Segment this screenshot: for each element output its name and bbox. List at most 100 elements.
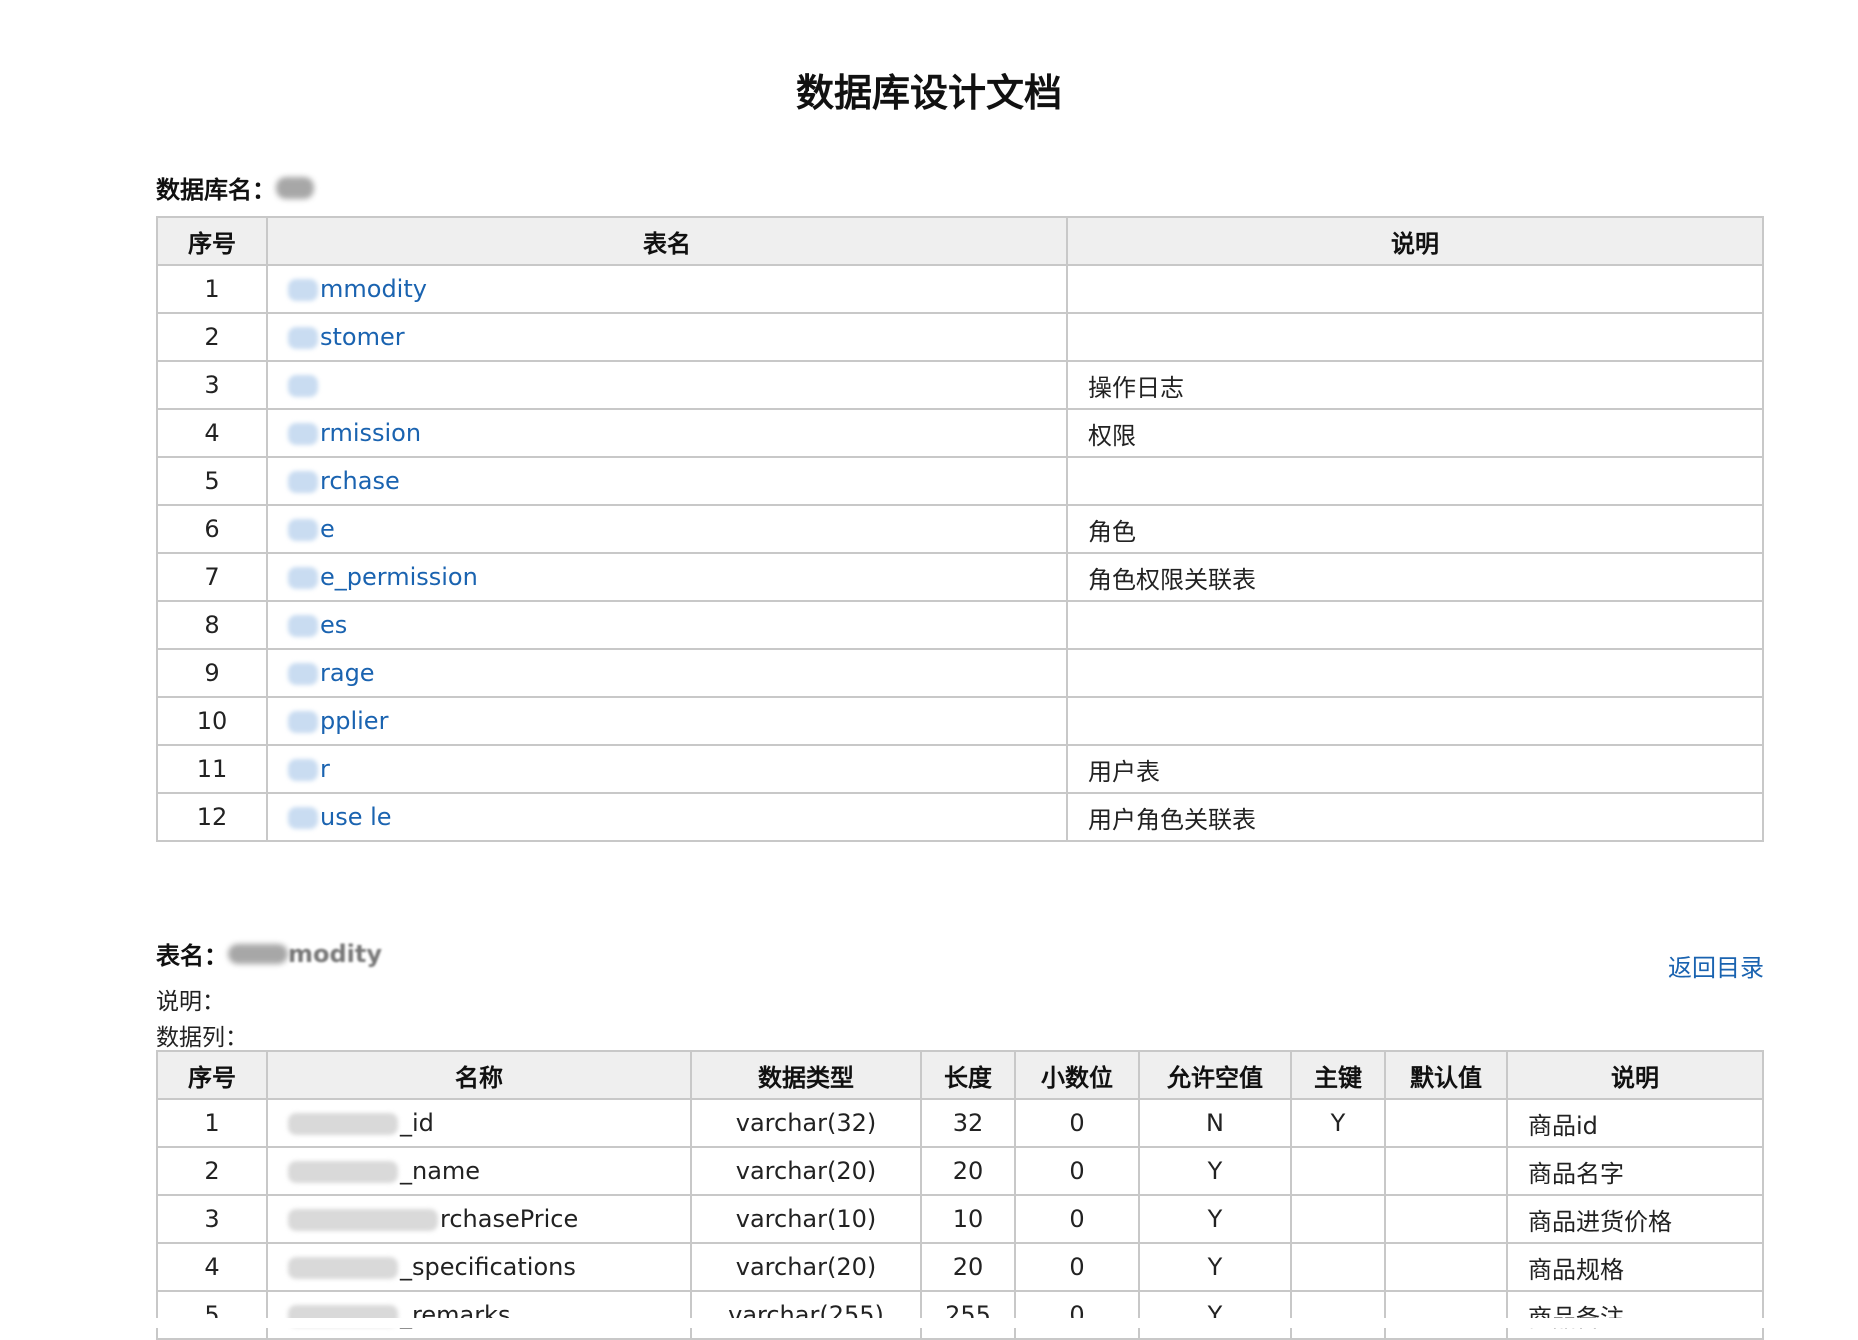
- table-name-link[interactable]: rmission: [320, 419, 421, 447]
- col-row-nullable: Y: [1138, 1194, 1292, 1244]
- redacted-name-prefix: [288, 423, 318, 445]
- column-name-text: _id: [400, 1109, 434, 1137]
- index-row-desc: 权限: [1066, 408, 1764, 458]
- index-row: 6 e 角色: [156, 504, 1764, 554]
- table-name-link[interactable]: e_permission: [320, 563, 478, 591]
- redacted-column-prefix: [288, 1113, 398, 1135]
- col-header-nullable: 允许空值: [1138, 1050, 1292, 1100]
- col-header-decimal: 小数位: [1014, 1050, 1140, 1100]
- index-row-desc: [1066, 600, 1764, 650]
- index-row-desc: [1066, 648, 1764, 698]
- index-header-name: 表名: [266, 216, 1068, 266]
- col-row-default: [1384, 1146, 1508, 1196]
- table-name-line: 表名： modity: [156, 936, 382, 971]
- index-row-desc: 角色: [1066, 504, 1764, 554]
- redacted-name-prefix: [288, 759, 318, 781]
- col-row-desc: 商品进货价格: [1506, 1194, 1764, 1244]
- col-row-no: 4: [156, 1242, 268, 1292]
- col-row-type: varchar(255): [690, 1290, 922, 1340]
- index-row-no: 10: [156, 696, 268, 746]
- col-row-pk: [1290, 1242, 1386, 1292]
- index-row-no: 2: [156, 312, 268, 362]
- index-row-desc: 用户角色关联表: [1066, 792, 1764, 842]
- index-row-name-cell: e: [266, 504, 1068, 554]
- table-name-value: modity: [288, 939, 383, 968]
- column-row: 3 rchasePrice varchar(10) 10 0 Y 商品进货价格: [156, 1194, 1764, 1244]
- column-header-row: 序号 名称 数据类型 长度 小数位 允许空值 主键 默认值 说明: [156, 1050, 1764, 1100]
- column-name-text: _specifications: [400, 1253, 576, 1281]
- index-row-name-cell: r: [266, 744, 1068, 794]
- col-row-length: 32: [920, 1098, 1016, 1148]
- index-row: 1 mmodity: [156, 264, 1764, 314]
- table-name-link[interactable]: e: [320, 515, 335, 543]
- document-title: 数据库设计文档: [795, 71, 1062, 115]
- col-row-desc: 商品id: [1506, 1098, 1764, 1148]
- index-row-desc: [1066, 312, 1764, 362]
- col-row-desc: 商品名字: [1506, 1146, 1764, 1196]
- index-row-name-cell: stomer: [266, 312, 1068, 362]
- index-row-desc: 操作日志: [1066, 360, 1764, 410]
- col-header-length: 长度: [920, 1050, 1016, 1100]
- col-row-length: 10: [920, 1194, 1016, 1244]
- table-name-link[interactable]: use le: [320, 803, 392, 831]
- table-index: 序号 表名 说明 1 mmodity 2 stomer 3 操作日志 4 rmission 权限…: [156, 216, 1764, 842]
- col-row-no: 1: [156, 1098, 268, 1148]
- col-row-desc: 商品备注: [1506, 1290, 1764, 1340]
- col-row-decimal: 0: [1014, 1194, 1140, 1244]
- table-name-link[interactable]: pplier: [320, 707, 388, 735]
- col-row-type: varchar(10): [690, 1194, 922, 1244]
- index-row-name-cell: use le: [266, 792, 1068, 842]
- redacted-name-prefix: [288, 807, 318, 829]
- table-name-link[interactable]: stomer: [320, 323, 405, 351]
- col-header-type: 数据类型: [690, 1050, 922, 1100]
- col-row-pk: [1290, 1194, 1386, 1244]
- index-row: 11 r 用户表: [156, 744, 1764, 794]
- index-row-no: 3: [156, 360, 268, 410]
- redacted-name-prefix: [288, 711, 318, 733]
- col-row-decimal: 0: [1014, 1098, 1140, 1148]
- col-row-type: varchar(32): [690, 1098, 922, 1148]
- redacted-name-prefix: [288, 615, 318, 637]
- column-table: 序号 名称 数据类型 长度 小数位 允许空值 主键 默认值 说明 1 _id var…: [156, 1050, 1764, 1340]
- database-name-label: 数据库名：: [156, 176, 276, 204]
- index-row-name-cell: e_permission: [266, 552, 1068, 602]
- col-row-decimal: 0: [1014, 1146, 1140, 1196]
- redacted-name-prefix: [288, 327, 318, 349]
- table-description-label: 说明：: [156, 989, 225, 1015]
- index-row-no: 11: [156, 744, 268, 794]
- col-row-name: _remarks: [266, 1290, 692, 1340]
- index-row-name-cell: mmodity: [266, 264, 1068, 314]
- index-row-no: 9: [156, 648, 268, 698]
- index-header-desc: 说明: [1066, 216, 1764, 266]
- back-to-index-link[interactable]: 返回目录: [1668, 948, 1764, 983]
- col-row-decimal: 0: [1014, 1242, 1140, 1292]
- index-row: 2 stomer: [156, 312, 1764, 362]
- index-row-desc: [1066, 456, 1764, 506]
- redacted-column-prefix: [288, 1161, 398, 1183]
- col-row-pk: Y: [1290, 1098, 1386, 1148]
- col-row-name: _specifications: [266, 1242, 692, 1292]
- col-row-default: [1384, 1242, 1508, 1292]
- table-name-link[interactable]: rage: [320, 659, 375, 687]
- index-row-no: 12: [156, 792, 268, 842]
- redacted-name-prefix: [288, 567, 318, 589]
- column-row: 2 _name varchar(20) 20 0 Y 商品名字: [156, 1146, 1764, 1196]
- col-row-default: [1384, 1194, 1508, 1244]
- table-name-link[interactable]: es: [320, 611, 347, 639]
- index-row: 10 pplier: [156, 696, 1764, 746]
- col-row-decimal: 0: [1014, 1290, 1140, 1340]
- table-name-link[interactable]: mmodity: [320, 275, 427, 303]
- table-name-link[interactable]: r: [320, 755, 330, 783]
- table-name-link[interactable]: rchase: [320, 467, 400, 495]
- col-row-name: rchasePrice: [266, 1194, 692, 1244]
- col-header-pk: 主键: [1290, 1050, 1386, 1100]
- column-row: 4 _specifications varchar(20) 20 0 Y 商品规格: [156, 1242, 1764, 1292]
- column-name-text: rchasePrice: [440, 1205, 579, 1233]
- redacted-name-prefix: [288, 519, 318, 541]
- col-row-nullable: Y: [1138, 1242, 1292, 1292]
- col-header-no: 序号: [156, 1050, 268, 1100]
- index-row-name-cell: [266, 360, 1068, 410]
- index-row: 8 es: [156, 600, 1764, 650]
- index-row-no: 4: [156, 408, 268, 458]
- index-row: 7 e_permission 角色权限关联表: [156, 552, 1764, 602]
